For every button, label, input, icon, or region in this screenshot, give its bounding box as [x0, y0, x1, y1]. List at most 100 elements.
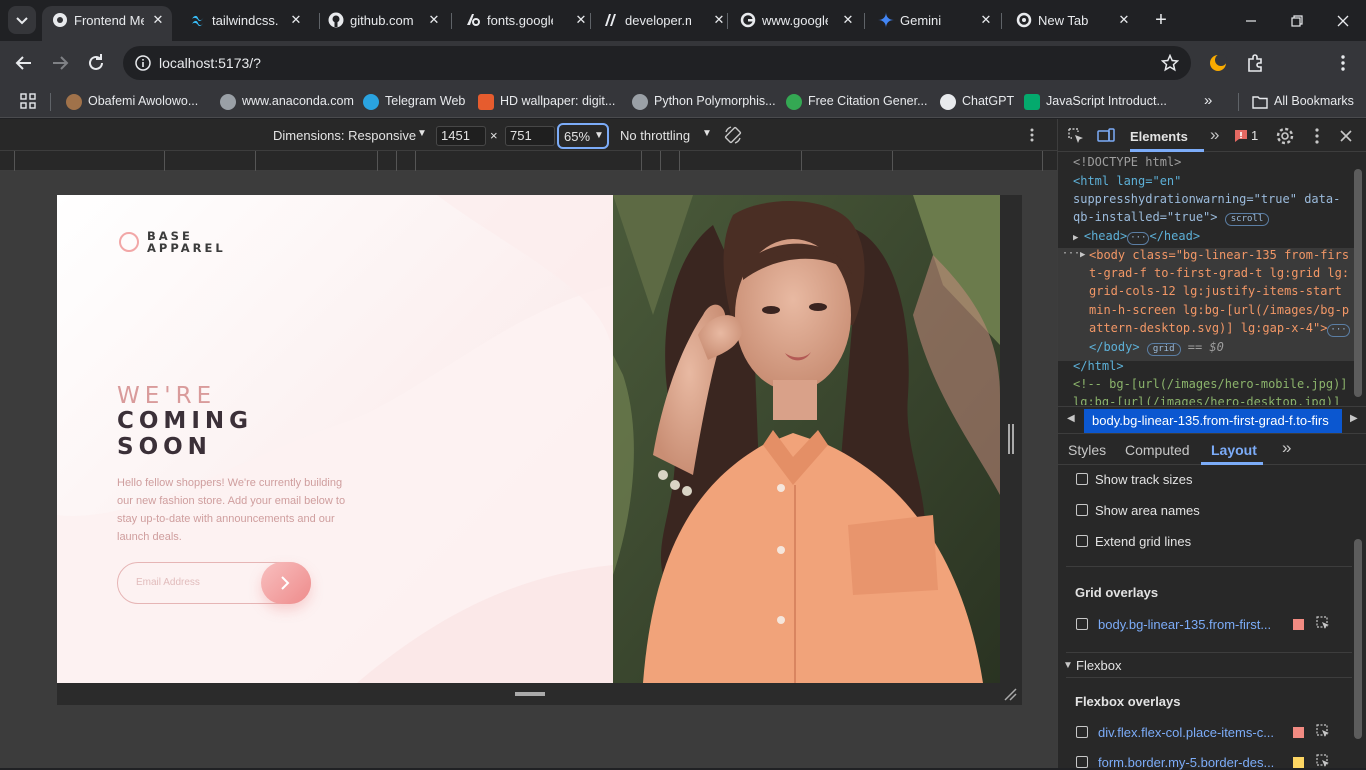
tab-search-button[interactable] [8, 6, 36, 34]
tab-google[interactable]: www.google ✕ [730, 6, 862, 35]
bookmarks-overflow-icon[interactable]: » [1204, 92, 1212, 109]
close-tab-icon[interactable]: ✕ [150, 12, 166, 28]
tab-gemini[interactable]: Gemini ✕ [868, 6, 1000, 35]
tab-frontend-mentor[interactable]: Frontend Me ✕ [42, 6, 172, 41]
viewport-resize-bar[interactable] [57, 683, 1022, 705]
show-area-names-checkbox[interactable] [1076, 504, 1088, 516]
expand-triangle-icon[interactable]: ▶ [1080, 246, 1085, 265]
html-open-line-3-row[interactable]: qb-installed="true"> scroll [1073, 208, 1270, 227]
flex-overlay-link[interactable]: div.flex.flex-col.place-items-c... [1098, 725, 1280, 740]
viewport-width-input[interactable]: 1451 [436, 126, 486, 146]
device-toggle-icon[interactable] [1097, 127, 1115, 145]
highlight-node-icon[interactable] [1316, 724, 1331, 739]
all-bookmarks-button[interactable]: All Bookmarks [1252, 92, 1362, 112]
close-tab-icon[interactable]: ✕ [1116, 12, 1132, 28]
extensions-puzzle-icon[interactable] [1245, 53, 1265, 73]
comment-line-2[interactable]: lg:bg-[url(/images/hero-desktop.jpg)] [1073, 393, 1340, 405]
tab-layout[interactable]: Layout [1211, 442, 1257, 458]
minimize-icon[interactable] [1241, 11, 1261, 31]
html-close-line[interactable]: </html> [1073, 357, 1124, 376]
bookmark-star-icon[interactable] [1161, 54, 1179, 72]
restore-icon[interactable] [1287, 11, 1307, 31]
dom-tree-scrollbar[interactable] [1354, 169, 1362, 397]
html-open-line-2[interactable]: suppresshydrationwarning="true" data- [1073, 190, 1340, 209]
tab-google-fonts[interactable]: fonts.google ✕ [455, 6, 587, 35]
submit-button[interactable] [261, 562, 311, 604]
rotate-icon[interactable] [723, 125, 743, 145]
device-toolbar-more-icon[interactable] [1024, 127, 1040, 143]
tab-styles[interactable]: Styles [1068, 442, 1106, 458]
resize-handle-icon[interactable] [515, 692, 545, 696]
corner-resize-icon[interactable] [1003, 687, 1017, 701]
tab-new-tab[interactable]: New Tab ✕ [1006, 6, 1138, 35]
bookmark-item[interactable]: Free Citation Gener... [786, 92, 928, 112]
url-text[interactable]: localhost:5173/? [159, 55, 261, 71]
head-node[interactable]: ▶ <head> ··· </head> [1073, 227, 1200, 248]
back-arrow-icon[interactable] [12, 51, 36, 75]
grid-overlay-link[interactable]: body.bg-linear-135.from-first... [1098, 617, 1280, 632]
breadcrumb-item[interactable]: body.bg-linear-135.from-first-grad-f.to-… [1084, 409, 1342, 433]
bookmark-item[interactable]: HD wallpaper: digit... [478, 92, 618, 112]
html-open-line-1[interactable]: <html lang="en" [1073, 172, 1181, 191]
bookmark-item[interactable]: Python Polymorphis... [632, 92, 776, 112]
close-devtools-icon[interactable] [1337, 127, 1355, 145]
flex-overlay-checkbox[interactable] [1076, 756, 1088, 768]
close-tab-icon[interactable]: ✕ [978, 12, 994, 28]
more-menu-icon[interactable] [1333, 53, 1353, 73]
highlight-node-icon[interactable] [1316, 616, 1331, 631]
grid-overlay-color-swatch[interactable] [1293, 619, 1304, 630]
bookmark-item[interactable]: Obafemi Awolowo... [66, 92, 206, 112]
highlight-node-icon[interactable] [1316, 754, 1331, 769]
dimensions-dropdown[interactable]: Dimensions: Responsive [273, 128, 416, 143]
flexbox-section-toggle[interactable]: Flexbox [1076, 658, 1122, 673]
more-tabs-icon[interactable]: » [1210, 125, 1219, 145]
comment-line-1[interactable]: <!-- bg-[url(/images/hero-mobile.jpg)] [1073, 375, 1348, 394]
bookmark-item[interactable]: JavaScript Introduct... [1024, 92, 1169, 112]
collapse-triangle-icon[interactable]: ▼ [1063, 660, 1073, 671]
tab-tailwindcss[interactable]: tailwindcss.c ✕ [180, 6, 312, 35]
flex-overlay-checkbox[interactable] [1076, 726, 1088, 738]
tab-github[interactable]: github.com ✕ [318, 6, 450, 35]
collapsed-ellipsis-icon[interactable]: ··· [1327, 324, 1350, 337]
body-line-2[interactable]: t-grad-f to-first-grad-t lg:grid lg: [1089, 264, 1349, 283]
close-tab-icon[interactable]: ✕ [840, 12, 856, 28]
body-line-4[interactable]: min-h-screen lg:bg-[url(/images/bg-p [1089, 301, 1349, 320]
address-bar[interactable]: localhost:5173/? [123, 46, 1191, 80]
tab-computed[interactable]: Computed [1125, 442, 1190, 458]
node-actions-ellipsis-icon[interactable]: ··· [1062, 245, 1080, 264]
extend-grid-lines-checkbox[interactable] [1076, 535, 1088, 547]
doctype-line[interactable]: <!DOCTYPE html> [1073, 153, 1181, 172]
new-tab-button[interactable]: + [1151, 10, 1171, 31]
flex-overlay-color-swatch[interactable] [1293, 727, 1304, 738]
email-input[interactable]: Email Address [136, 577, 200, 588]
body-close-row[interactable]: </body> grid == $0 [1089, 338, 1224, 357]
reload-icon[interactable] [84, 51, 108, 75]
throttling-dropdown[interactable]: No throttling [620, 128, 690, 143]
bookmark-item[interactable]: www.anaconda.com [220, 92, 354, 112]
close-window-icon[interactable] [1333, 11, 1353, 31]
more-subtabs-icon[interactable]: » [1282, 438, 1291, 458]
forward-arrow-icon[interactable] [48, 51, 72, 75]
close-tab-icon[interactable]: ✕ [426, 12, 442, 28]
tab-developer-mozilla[interactable]: developer.m ✕ [593, 6, 725, 35]
viewport-height-input[interactable]: 751 [505, 126, 555, 146]
grid-overlay-checkbox[interactable] [1076, 618, 1088, 630]
layout-pane-scrollbar[interactable] [1354, 539, 1362, 739]
expand-triangle-icon[interactable]: ▶ [1073, 233, 1084, 243]
apps-grid-icon[interactable] [20, 93, 36, 109]
zoom-dropdown[interactable]: 65% ▼ [557, 123, 609, 149]
devtools-menu-icon[interactable] [1308, 127, 1326, 145]
grid-badge[interactable]: grid [1146, 343, 1181, 356]
body-line-5-row[interactable]: attern-desktop.svg)] lg:gap-x-4"> ··· [1089, 319, 1350, 338]
scroll-badge[interactable]: scroll [1224, 213, 1270, 226]
close-tab-icon[interactable]: ✕ [288, 12, 304, 28]
inspect-element-icon[interactable] [1067, 127, 1085, 145]
body-line-3[interactable]: grid-cols-12 lg:justify-items-start [1089, 282, 1342, 301]
issues-icon[interactable] [1234, 129, 1248, 143]
close-tab-icon[interactable]: ✕ [573, 12, 589, 28]
breadcrumb-right-icon[interactable]: ▶ [1350, 413, 1358, 424]
collapsed-ellipsis-icon[interactable]: ··· [1127, 232, 1150, 245]
side-resize-handle-icon[interactable] [1008, 424, 1014, 454]
extension-moon-icon[interactable] [1208, 53, 1228, 73]
show-track-sizes-checkbox[interactable] [1076, 473, 1088, 485]
